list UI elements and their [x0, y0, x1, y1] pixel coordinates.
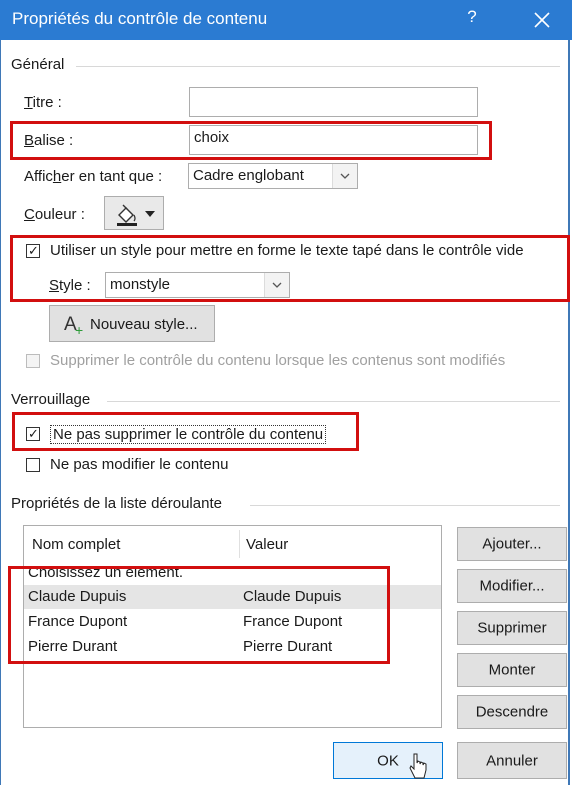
- new-style-label: Nouveau style...: [90, 316, 198, 333]
- list-item-value: France Dupont: [243, 613, 343, 630]
- no-edit-checkbox[interactable]: [26, 458, 40, 472]
- move-down-button[interactable]: Descendre: [457, 695, 567, 729]
- add-button-label: Ajouter...: [482, 535, 542, 553]
- move-down-button-label: Descendre: [475, 703, 549, 721]
- new-style-icon: A +: [64, 314, 83, 338]
- dropdown-section-title: Propriétés de la liste déroulante: [11, 495, 222, 512]
- remove-when-edited-checkbox[interactable]: [26, 354, 40, 368]
- use-style-checkbox[interactable]: ✓: [26, 244, 40, 258]
- title-bar: Propriétés du contrôle de contenu ?: [0, 0, 572, 40]
- list-item-name: France Dupont: [28, 613, 128, 630]
- titre-input[interactable]: [189, 87, 478, 117]
- move-up-button[interactable]: Monter: [457, 653, 567, 687]
- column-header-value[interactable]: Valeur: [246, 536, 288, 553]
- add-button[interactable]: Ajouter...: [457, 527, 567, 561]
- delete-button-label: Supprimer: [477, 619, 547, 637]
- chevron-down-icon: [264, 273, 289, 297]
- general-section-title: Général: [11, 56, 65, 73]
- dropdown-list[interactable]: Nom complet Valeur Choisissez un élément…: [23, 525, 442, 728]
- column-divider: [239, 530, 240, 558]
- locking-section-title: Verrouillage: [11, 391, 91, 408]
- column-header-name[interactable]: Nom complet: [32, 536, 120, 553]
- delete-button[interactable]: Supprimer: [457, 611, 567, 645]
- close-icon: [534, 12, 550, 28]
- list-item-selected[interactable]: Claude Dupuis Claude Dupuis: [24, 585, 441, 609]
- list-item-value: Pierre Durant: [243, 638, 333, 655]
- couleur-button[interactable]: [104, 196, 164, 230]
- checkmark-icon: ✓: [28, 426, 39, 441]
- close-button[interactable]: [522, 4, 562, 36]
- style-select-value: monstyle: [110, 276, 171, 293]
- chevron-down-icon: [332, 164, 357, 188]
- style-label: Style :: [49, 277, 91, 294]
- titre-label-rest: itre :: [32, 94, 62, 111]
- paint-bucket-icon: [117, 204, 155, 226]
- titre-label: Titre :: [24, 94, 62, 111]
- locking-section-divider: [107, 401, 560, 402]
- modify-button-label: Modifier...: [479, 577, 545, 595]
- afficher-label: Afficher en tant que :: [24, 168, 163, 185]
- list-item[interactable]: Choisissez un élément.: [24, 563, 441, 585]
- list-item-name: Pierre Durant: [28, 638, 118, 655]
- list-item-name: Choisissez un élément.: [28, 564, 184, 581]
- no-delete-label: Ne pas supprimer le contrôle du contenu: [50, 425, 327, 444]
- mouse-cursor-icon: [409, 753, 427, 779]
- window-title: Propriétés du contrôle de contenu: [12, 9, 268, 28]
- help-button[interactable]: ?: [460, 7, 484, 27]
- balise-input[interactable]: choix: [189, 125, 478, 155]
- remove-when-edited-label: Supprimer le contrôle du contenu lorsque…: [50, 352, 506, 369]
- list-item[interactable]: Pierre Durant Pierre Durant: [24, 635, 441, 659]
- balise-label: Balise :: [24, 132, 74, 149]
- style-select[interactable]: monstyle: [105, 272, 290, 298]
- new-style-button[interactable]: A + Nouveau style...: [49, 305, 215, 342]
- move-up-button-label: Monter: [488, 661, 536, 679]
- list-item[interactable]: France Dupont France Dupont: [24, 610, 441, 634]
- svg-text:+: +: [75, 322, 83, 338]
- couleur-label: Couleur :: [24, 206, 85, 223]
- no-delete-checkbox[interactable]: ✓: [26, 427, 40, 441]
- modify-button[interactable]: Modifier...: [457, 569, 567, 603]
- general-section-divider: [76, 66, 560, 67]
- use-style-label: Utiliser un style pour mettre en forme l…: [50, 242, 524, 259]
- no-edit-label: Ne pas modifier le contenu: [50, 456, 229, 473]
- dropdown-section-divider: [250, 505, 560, 506]
- cancel-button-label: Annuler: [486, 752, 538, 769]
- afficher-select[interactable]: Cadre englobant: [188, 163, 358, 189]
- cancel-button[interactable]: Annuler: [457, 742, 567, 779]
- list-item-name: Claude Dupuis: [28, 588, 127, 605]
- list-item-value: Claude Dupuis: [243, 588, 342, 605]
- afficher-select-value: Cadre englobant: [193, 167, 304, 184]
- checkmark-icon: ✓: [28, 243, 39, 258]
